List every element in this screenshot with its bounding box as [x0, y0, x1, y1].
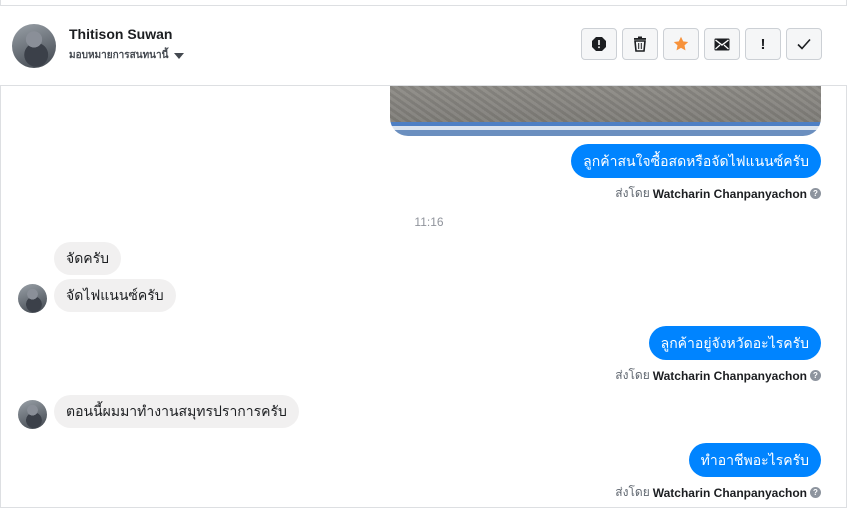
sender-avatar[interactable]	[18, 284, 47, 313]
help-icon[interactable]: ?	[810, 370, 821, 381]
sent-by-prefix: ส่งโดย	[615, 186, 650, 200]
timestamp: 11:16	[414, 215, 444, 229]
avatar[interactable]	[12, 24, 56, 68]
message-text: ตอนนี้ผมมาทำงานสมุทรปราการครับ	[66, 403, 287, 419]
sent-by: ส่งโดย Watcharin Chanpanyachon ?	[615, 483, 821, 502]
sender-name[interactable]: Watcharin Chanpanyachon	[653, 369, 807, 383]
assign-dropdown[interactable]: มอบหมายการสนทนานี้	[69, 48, 185, 63]
message-outgoing[interactable]: ทำอาชีพอะไรครับ	[688, 443, 821, 477]
trash-icon	[634, 36, 646, 52]
caret-down-icon	[174, 52, 185, 59]
sender-avatar[interactable]	[18, 400, 47, 429]
message-incoming[interactable]: ตอนนี้ผมมาทำงานสมุทรปราการครับ	[54, 395, 299, 428]
mark-unread-button[interactable]	[704, 28, 740, 60]
mail-icon	[714, 38, 730, 50]
check-icon	[797, 38, 811, 50]
important-button[interactable]: !	[745, 28, 781, 60]
message-text: ลูกค้าอยู่จังหวัดอะไรครับ	[660, 335, 809, 351]
help-icon[interactable]: ?	[810, 188, 821, 199]
conversation-header: Thitison Suwan มอบหมายการสนทนานี้ !	[0, 5, 847, 86]
message-text: ทำอาชีพอะไรครับ	[700, 452, 809, 468]
assign-label: มอบหมายการสนทนานี้	[69, 50, 169, 61]
message-text: จัดไฟแนนซ์ครับ	[66, 287, 164, 303]
exclamation-label: !	[760, 35, 766, 53]
follow-up-button[interactable]	[663, 28, 699, 60]
sender-name[interactable]: Watcharin Chanpanyachon	[653, 187, 807, 201]
message-incoming[interactable]: จัดไฟแนนซ์ครับ	[54, 279, 176, 312]
sent-by-prefix: ส่งโดย	[615, 368, 650, 382]
sent-by: ส่งโดย Watcharin Chanpanyachon ?	[615, 184, 821, 203]
sent-by-prefix: ส่งโดย	[615, 485, 650, 499]
message-outgoing[interactable]: ลูกค้าอยู่จังหวัดอะไรครับ	[648, 326, 821, 360]
mark-spam-button[interactable]	[581, 28, 617, 60]
mark-done-button[interactable]	[786, 28, 822, 60]
shared-photo[interactable]	[390, 86, 821, 136]
action-toolbar: !	[581, 28, 822, 60]
sent-by: ส่งโดย Watcharin Chanpanyachon ?	[615, 366, 821, 385]
sender-name[interactable]: Watcharin Chanpanyachon	[653, 486, 807, 500]
help-icon[interactable]: ?	[810, 487, 821, 498]
alert-icon	[592, 37, 606, 51]
message-text: ลูกค้าสนใจซื้อสดหรือจัดไฟแนนซ์ครับ	[583, 153, 809, 169]
message-incoming[interactable]: จัดครับ	[54, 242, 122, 275]
delete-button[interactable]	[622, 28, 658, 60]
contact-name[interactable]: Thitison Suwan	[69, 26, 172, 42]
message-text: จัดครับ	[66, 250, 110, 266]
star-icon	[673, 36, 689, 51]
message-outgoing[interactable]: ลูกค้าสนใจซื้อสดหรือจัดไฟแนนซ์ครับ	[571, 144, 821, 178]
